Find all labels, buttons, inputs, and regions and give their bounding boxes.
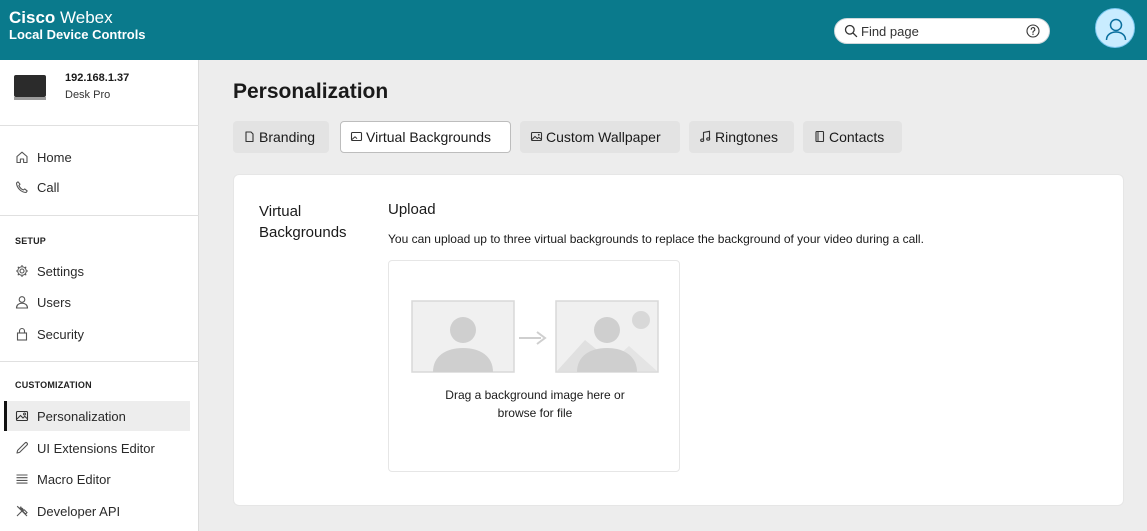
sidebar-item-security[interactable]: Security — [6, 319, 190, 349]
sidebar-item-settings[interactable]: Settings — [6, 256, 190, 286]
background-replace-illustration — [411, 300, 659, 373]
user-avatar[interactable] — [1095, 8, 1135, 48]
tab-label: Virtual Backgrounds — [366, 129, 492, 145]
wallpaper-icon — [530, 131, 543, 142]
sidebar-item-label: Home — [37, 150, 72, 165]
sidebar-item-label: UI Extensions Editor — [37, 441, 155, 456]
sidebar-item-personalization[interactable]: Personalization — [4, 401, 190, 431]
section-title: Virtual Backgrounds — [259, 203, 347, 241]
dropzone-line: Drag a background image here or — [445, 388, 625, 402]
tab-branding[interactable]: Branding — [233, 121, 329, 153]
image-icon — [15, 410, 29, 422]
search-input[interactable] — [861, 22, 1011, 40]
help-icon[interactable] — [1026, 24, 1040, 38]
sidebar-item-label: Settings — [37, 264, 84, 279]
gear-icon — [16, 265, 28, 277]
sidebar-item-macro-editor[interactable]: Macro Editor — [6, 464, 190, 494]
tab-contacts[interactable]: Contacts — [803, 121, 902, 153]
dropzone-text: Drag a background image here or browse f… — [389, 386, 681, 422]
section-label-customization: CUSTOMIZATION — [15, 380, 92, 390]
tab-label: Contacts — [829, 129, 885, 145]
upload-heading: Upload — [388, 201, 436, 218]
sidebar-item-label: Users — [37, 295, 71, 310]
upload-description: You can upload up to three virtual backg… — [388, 232, 924, 246]
pencil-icon — [16, 442, 28, 454]
sidebar-item-call[interactable]: Call — [6, 172, 190, 202]
music-note-icon — [700, 130, 711, 142]
phone-icon — [15, 181, 28, 194]
brand-light: Webex — [60, 8, 113, 27]
device-ip: 192.168.1.37 — [65, 72, 130, 84]
upload-dropzone[interactable]: Drag a background image here or browse f… — [388, 260, 680, 472]
page-title: Personalization — [233, 80, 389, 103]
sidebar-item-label: Call — [37, 180, 60, 195]
section-label-setup: SETUP — [15, 236, 47, 246]
background-icon — [350, 131, 363, 142]
user-icon — [1105, 18, 1127, 41]
brand-name: Cisco Webex — [9, 8, 146, 28]
home-icon — [16, 151, 28, 164]
tab-label: Branding — [259, 129, 316, 145]
tab-ringtones[interactable]: Ringtones — [689, 121, 794, 153]
top-header: Cisco Webex Local Device Controls — [0, 0, 1147, 60]
sidebar-item-label: Macro Editor — [37, 472, 111, 487]
search-icon — [844, 24, 858, 38]
sidebar-item-developer-api[interactable]: Developer API — [6, 496, 190, 526]
brand: Cisco Webex Local Device Controls — [9, 8, 146, 42]
divider — [0, 361, 199, 362]
sidebar-item-home[interactable]: Home — [6, 142, 190, 172]
brand-bold: Cisco — [9, 8, 56, 27]
sidebar-item-label: Security — [37, 327, 84, 342]
tab-virtual-backgrounds[interactable]: Virtual Backgrounds — [340, 121, 511, 153]
device-thumbnail — [14, 75, 46, 100]
search-box[interactable] — [834, 18, 1050, 44]
virtual-backgrounds-card: Virtual Backgrounds Upload You can uploa… — [233, 174, 1124, 506]
tag-icon — [245, 131, 254, 143]
sidebar-item-users[interactable]: Users — [6, 287, 190, 317]
sidebar-item-label: Personalization — [37, 409, 126, 424]
app-subtitle: Local Device Controls — [9, 26, 146, 42]
browse-file-link[interactable]: browse for file — [389, 404, 681, 422]
device-model: Desk Pro — [65, 89, 111, 101]
user-icon — [15, 296, 29, 309]
tab-label: Custom Wallpaper — [546, 129, 661, 145]
divider — [0, 215, 199, 216]
sidebar: 192.168.1.37 Desk Pro Home Call SETUP Se… — [0, 60, 199, 531]
tools-icon — [16, 505, 28, 517]
sidebar-item-ui-extensions-editor[interactable]: UI Extensions Editor — [6, 433, 190, 463]
sidebar-item-label: Developer API — [37, 504, 121, 519]
tab-custom-wallpaper[interactable]: Custom Wallpaper — [520, 121, 680, 153]
lock-icon — [16, 327, 28, 341]
device-info: 192.168.1.37 Desk Pro — [0, 60, 199, 126]
tab-label: Ringtones — [715, 129, 779, 145]
contacts-icon — [815, 130, 825, 143]
lines-icon — [16, 474, 28, 484]
